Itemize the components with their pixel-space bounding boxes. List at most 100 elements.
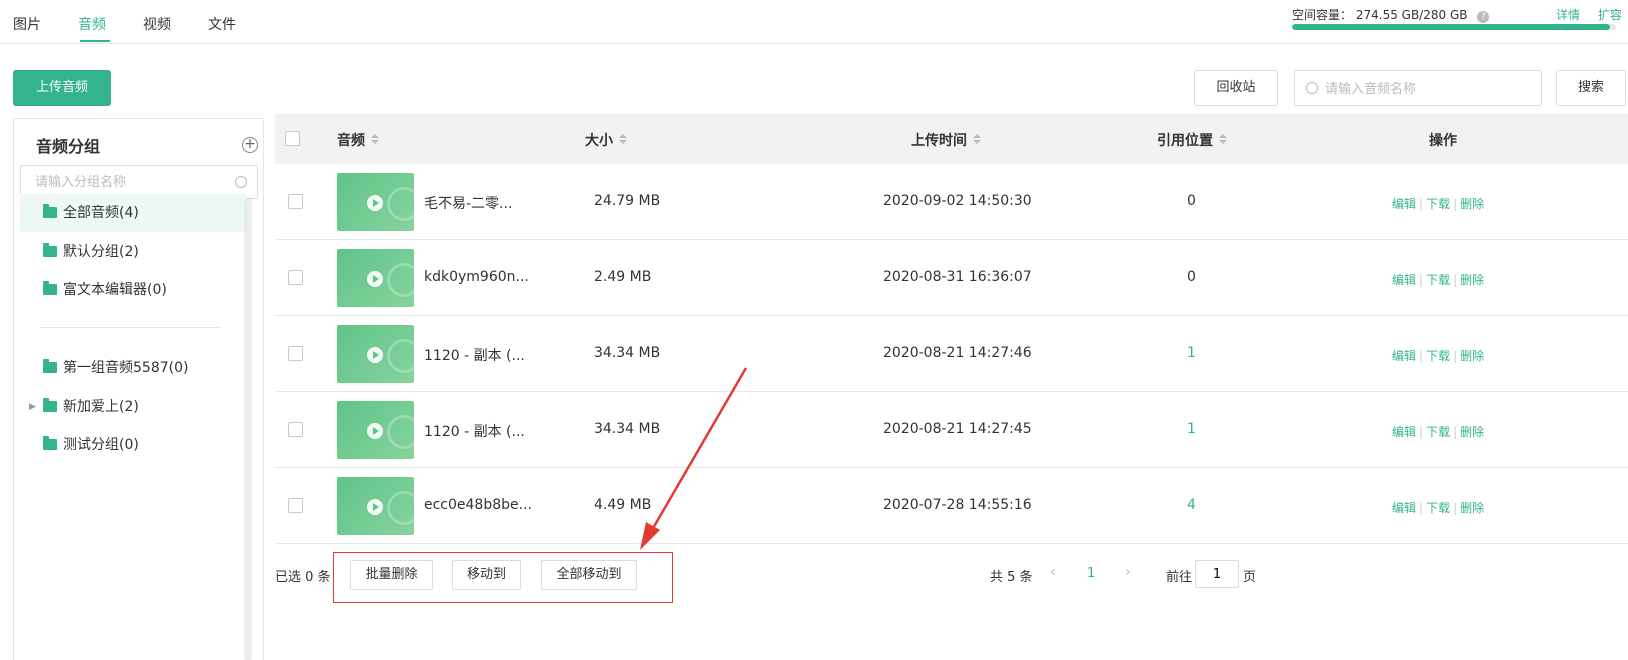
group-label: 新加爱上(2) [63,399,139,415]
tab-audio[interactable]: 音频 [78,14,106,34]
group-item-default[interactable]: 默认分组(2) [20,233,246,271]
sidebar-divider [41,327,221,328]
audio-size: 34.34 MB [594,421,661,437]
edit-link[interactable]: 编辑 [1392,501,1416,515]
tab-video[interactable]: 视频 [143,14,171,34]
group-label: 全部音频(4) [63,205,139,221]
row-checkbox[interactable] [288,270,303,285]
page-unit-label: 页 [1243,570,1257,585]
group-label: 默认分组(2) [63,244,139,260]
search-icon [235,176,247,188]
reference-count[interactable]: 1 [1187,421,1196,437]
folder-icon [43,281,57,295]
recycle-bin-button[interactable]: 回收站 [1194,70,1278,106]
prev-page-icon[interactable]: ‹ [1050,564,1056,580]
table-row: 毛不易-二零... 24.79 MB 2020-09-02 14:50:30 0… [275,164,1628,240]
table-row: ecc0e48b8be... 4.49 MB 2020-07-28 14:55:… [275,468,1628,544]
upload-audio-button[interactable]: 上传音频 [13,70,111,106]
download-link[interactable]: 下载 [1426,501,1450,515]
delete-link[interactable]: 删除 [1460,349,1484,363]
group-search-input[interactable] [35,173,225,191]
row-actions: 编辑 | 下载 | 删除 [1392,501,1485,515]
edit-link[interactable]: 编辑 [1392,273,1416,287]
audio-thumbnail[interactable] [337,477,414,535]
edit-link[interactable]: 编辑 [1392,349,1416,363]
column-header-reference[interactable]: 引用位置 [1157,130,1227,150]
audio-size: 24.79 MB [594,193,661,209]
group-item-all[interactable]: 全部音频(4) [20,194,246,232]
download-link[interactable]: 下载 [1426,197,1450,211]
column-header-audio[interactable]: 音频 [337,130,379,150]
capacity-value: 274.55 GB/280 GB [1355,8,1468,22]
add-group-icon[interactable]: + [242,137,258,153]
play-icon[interactable] [367,195,383,211]
play-icon[interactable] [367,499,383,515]
row-checkbox[interactable] [288,194,303,209]
expand-caret-icon[interactable]: ▶ [29,388,36,426]
row-actions: 编辑 | 下载 | 删除 [1392,349,1485,363]
audio-thumbnail[interactable] [337,325,414,383]
download-link[interactable]: 下载 [1426,425,1450,439]
row-actions: 编辑 | 下载 | 删除 [1392,425,1485,439]
audio-name: ecc0e48b8be... [424,497,532,513]
disc-icon [387,263,414,297]
row-checkbox[interactable] [288,346,303,361]
delete-link[interactable]: 删除 [1460,501,1484,515]
tab-files[interactable]: 文件 [208,14,236,34]
audio-name: 1120 - 副本 (... [424,348,525,364]
page-number[interactable]: 1 [1087,566,1095,581]
delete-link[interactable]: 删除 [1460,425,1484,439]
download-link[interactable]: 下载 [1426,273,1450,287]
group-label: 第一组音频5587(0) [63,360,189,376]
audio-search-input[interactable] [1325,79,1525,99]
group-item-new[interactable]: ▶ 新加爱上(2) [20,388,246,426]
audio-thumbnail[interactable] [337,249,414,307]
sidebar-scrollbar[interactable] [244,199,252,660]
row-checkbox[interactable] [288,498,303,513]
play-icon[interactable] [367,271,383,287]
column-header-actions: 操作 [1429,133,1457,149]
capacity-label: 空间容量： [1292,8,1353,22]
delete-link[interactable]: 删除 [1460,273,1484,287]
capacity-progress-bar [1292,24,1616,30]
upload-time: 2020-07-28 14:55:16 [883,497,1032,513]
upload-time: 2020-08-21 14:27:46 [883,345,1032,361]
search-button[interactable]: 搜索 [1556,70,1626,106]
edit-link[interactable]: 编辑 [1392,425,1416,439]
reference-count[interactable]: 1 [1187,345,1196,361]
delete-link[interactable]: 删除 [1460,197,1484,211]
reference-count: 0 [1187,269,1196,285]
folder-icon [43,359,57,373]
audio-thumbnail[interactable] [337,173,414,231]
capacity-detail-link[interactable]: 详情 [1556,6,1580,23]
next-page-icon[interactable]: › [1125,564,1131,580]
select-all-checkbox[interactable] [285,131,300,146]
play-icon[interactable] [367,347,383,363]
sort-icon [371,134,379,144]
group-item-test[interactable]: 测试分组(0) [20,426,246,464]
row-checkbox[interactable] [288,422,303,437]
table-row: kdk0ym960n... 2.49 MB 2020-08-31 16:36:0… [275,240,1628,316]
reference-count[interactable]: 4 [1187,497,1196,513]
search-icon [1306,82,1318,94]
help-icon[interactable]: ? [1477,11,1490,23]
upload-time: 2020-08-31 16:36:07 [883,269,1032,285]
table-body: 毛不易-二零... 24.79 MB 2020-09-02 14:50:30 0… [275,164,1628,544]
audio-thumbnail[interactable] [337,401,414,459]
tab-images[interactable]: 图片 [13,14,41,34]
group-label: 测试分组(0) [63,437,139,453]
download-link[interactable]: 下载 [1426,349,1450,363]
goto-page-input[interactable] [1195,560,1239,588]
edit-link[interactable]: 编辑 [1392,197,1416,211]
audio-table: 音频 大小 上传时间 引用位置 操作 毛不易-二零... 24.79 MB 20… [275,114,1628,544]
row-actions: 编辑 | 下载 | 删除 [1392,273,1485,287]
group-item-rich-text[interactable]: 富文本编辑器(0) [20,271,246,309]
play-icon[interactable] [367,423,383,439]
capacity-expand-link[interactable]: 扩容 [1598,6,1622,23]
column-header-size[interactable]: 大小 [585,130,627,150]
group-item-first[interactable]: 第一组音频5587(0) [20,349,246,387]
upload-time: 2020-09-02 14:50:30 [883,193,1032,209]
column-header-upload-time[interactable]: 上传时间 [911,130,981,150]
folder-icon [43,436,57,450]
audio-name: 毛不易-二零... [424,196,513,212]
